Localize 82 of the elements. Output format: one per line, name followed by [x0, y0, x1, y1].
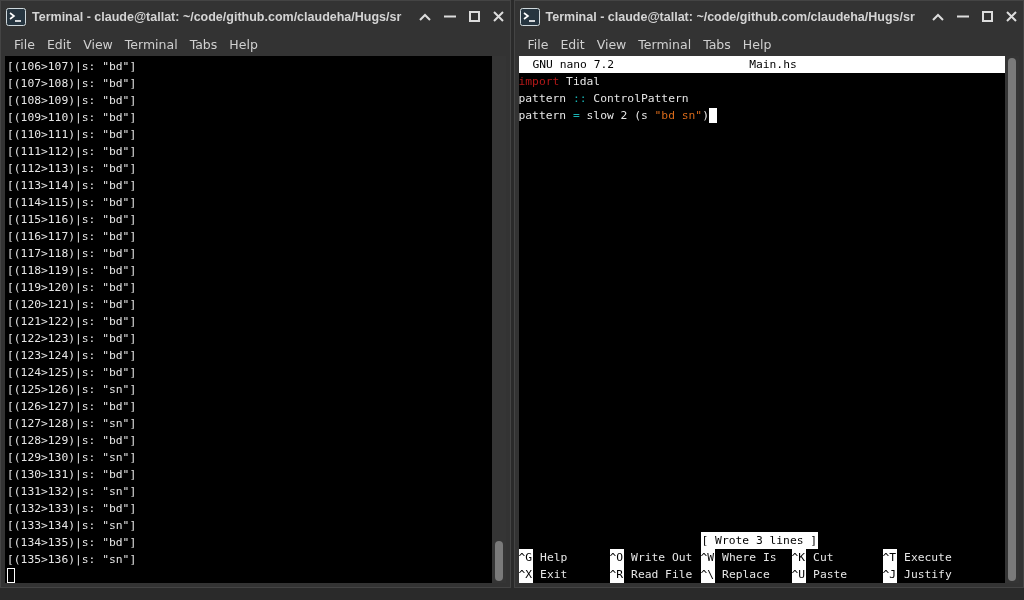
terminal-icon: [6, 7, 26, 26]
close-icon[interactable]: [492, 11, 504, 22]
output-line: [(108>109)|s: "bd"]: [7, 93, 138, 109]
maximize-icon[interactable]: [982, 11, 993, 22]
chevron-up-icon[interactable]: [418, 12, 431, 21]
menu-item[interactable]: Terminal: [633, 34, 697, 54]
output-line: [(123>124)|s: "bd"]: [7, 348, 138, 364]
maximize-icon[interactable]: [468, 11, 480, 22]
menu-item[interactable]: Tabs: [184, 34, 223, 54]
shortcut-label: Justify: [904, 567, 952, 583]
cursor-icon: [709, 108, 717, 123]
close-icon[interactable]: [1006, 11, 1017, 22]
shortcut-label: Paste: [813, 567, 848, 583]
menu-item[interactable]: View: [78, 34, 118, 54]
output-line: [(115>116)|s: "bd"]: [7, 212, 138, 228]
output-line: [(118>119)|s: "bd"]: [7, 263, 138, 279]
code-line: pattern :: ControlPattern: [518, 91, 689, 107]
output-line: [(127>128)|s: "sn"]: [7, 416, 138, 432]
output-line: [(109>110)|s: "bd"]: [7, 110, 138, 126]
shortcut-key: ^W: [700, 549, 716, 566]
shortcut-key: ^T: [882, 549, 898, 566]
menu-item[interactable]: Help: [224, 34, 263, 54]
status-message: [ Wrote 3 lines ]: [700, 532, 819, 549]
output-line: [(134>135)|s: "bd"]: [7, 535, 138, 551]
shortcut-key: ^O: [609, 549, 625, 566]
editor-version: GNU nano 7.2: [532, 57, 615, 73]
shortcut-label: Cut: [813, 550, 834, 566]
file-name: Main.hs: [749, 57, 797, 73]
menu-item[interactable]: Terminal: [119, 34, 183, 54]
output-line: [(124>125)|s: "bd"]: [7, 365, 138, 381]
shortcut-key: ^U: [791, 566, 807, 583]
shortcut-key: ^G: [518, 549, 534, 566]
menu-item[interactable]: Edit: [41, 34, 77, 54]
shortcut-label: Write Out: [631, 550, 693, 566]
output-line: [(131>132)|s: "sn"]: [7, 484, 138, 500]
minimize-icon[interactable]: [443, 15, 456, 18]
output-line: [(116>117)|s: "bd"]: [7, 229, 138, 245]
output-line: [(130>131)|s: "bd"]: [7, 467, 138, 483]
window-title: Terminal - claude@tallat: ~/code/github.com/claudeha/Hugs/sr: [545, 9, 916, 24]
output-line: [(119>120)|s: "bd"]: [7, 280, 138, 296]
shortcut-key: ^K: [791, 549, 807, 566]
output-line: [(112>113)|s: "bd"]: [7, 161, 138, 177]
shortcut-label: Help: [540, 550, 568, 566]
code-line: pattern = slow 2 (s "bd sn"): [518, 108, 709, 124]
window-title: Terminal - claude@tallat: ~/code/github.com/claudeha/Hugs/sr: [32, 9, 403, 24]
output-line: [(133>134)|s: "sn"]: [7, 518, 138, 534]
output-line: [(128>129)|s: "bd"]: [7, 433, 138, 449]
shortcut-key: ^R: [609, 566, 625, 583]
output-line: [(117>118)|s: "bd"]: [7, 246, 138, 262]
shortcut-key: ^J: [882, 566, 898, 583]
chevron-up-icon[interactable]: [932, 12, 944, 21]
shortcut-key: ^X: [518, 566, 534, 583]
output-line: [(135>136)|s: "sn"]: [7, 552, 138, 568]
shortcut-label: Replace: [722, 567, 770, 583]
shortcut-key: ^\: [700, 566, 716, 583]
output-line: [(113>114)|s: "bd"]: [7, 178, 138, 194]
output-line: [(126>127)|s: "bd"]: [7, 399, 138, 415]
menu-item[interactable]: File: [522, 34, 554, 54]
output-line: [(114>115)|s: "bd"]: [7, 195, 138, 211]
shortcut-label: Read File: [631, 567, 693, 583]
output-line: [(125>126)|s: "sn"]: [7, 382, 138, 398]
shortcut-label: Exit: [540, 567, 568, 583]
output-line: [(122>123)|s: "bd"]: [7, 331, 138, 347]
terminal-icon: [519, 7, 540, 26]
scrollbar-thumb[interactable]: [494, 541, 503, 581]
output-line: [(129>130)|s: "sn"]: [7, 450, 138, 466]
output-line: [(132>133)|s: "bd"]: [7, 501, 138, 517]
output-line: [(107>108)|s: "bd"]: [7, 76, 138, 92]
output-line: [(110>111)|s: "bd"]: [7, 127, 138, 143]
menu-item[interactable]: File: [9, 34, 40, 54]
output-line: [(120>121)|s: "bd"]: [7, 297, 138, 313]
menu-item[interactable]: Help: [737, 34, 777, 54]
menu-item[interactable]: Edit: [555, 34, 590, 54]
output-line: [(106>107)|s: "bd"]: [7, 59, 138, 75]
menu-item[interactable]: View: [591, 34, 632, 54]
code-line: import Tidal: [518, 74, 601, 90]
output-line: [(121>122)|s: "bd"]: [7, 314, 138, 330]
shortcut-label: Where Is: [722, 550, 777, 566]
shortcut-label: Execute: [904, 550, 952, 566]
cursor-icon: [7, 568, 15, 583]
menu-item[interactable]: Tabs: [698, 34, 736, 54]
output-line: [(111>112)|s: "bd"]: [7, 144, 138, 160]
